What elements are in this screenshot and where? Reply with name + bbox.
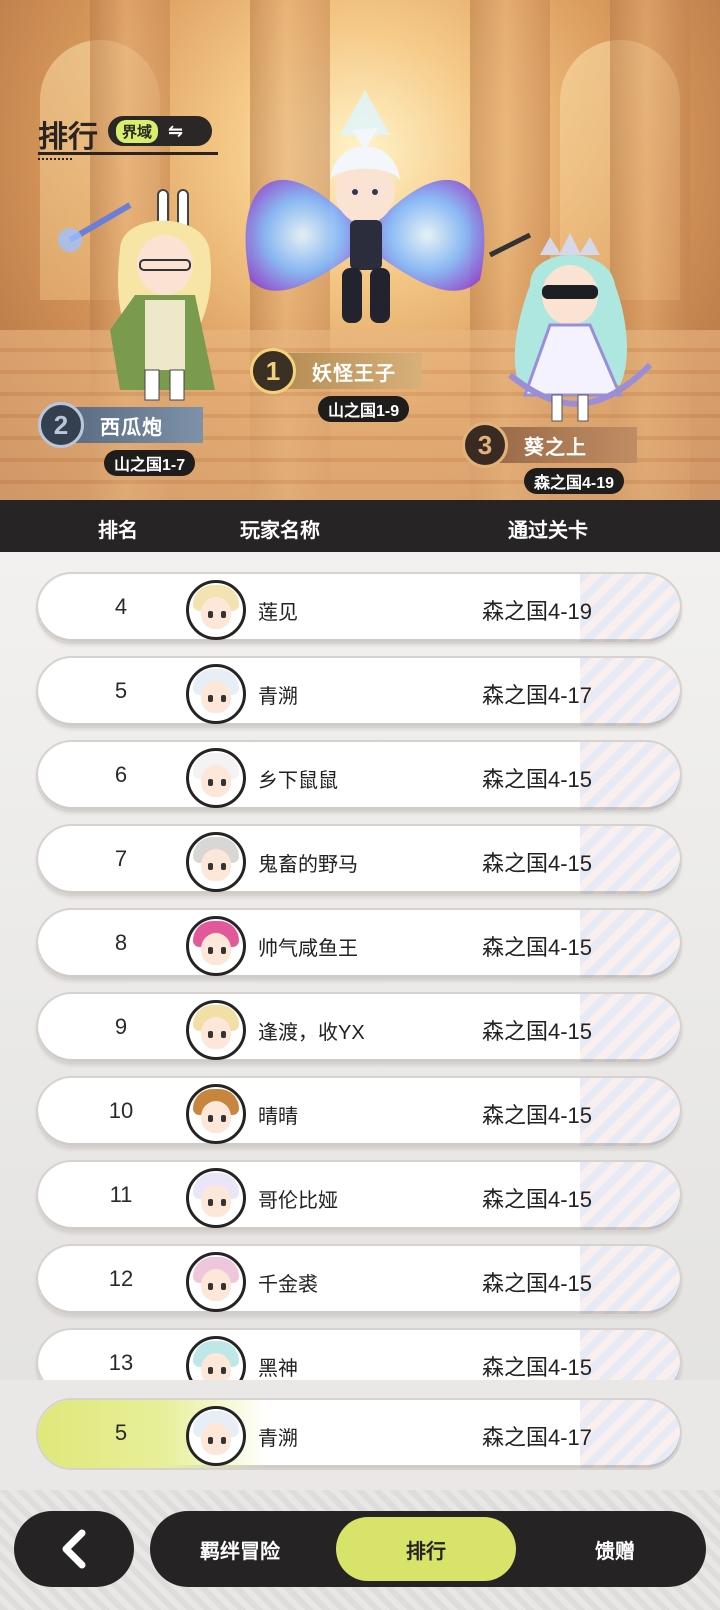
avatar[interactable]: [186, 916, 246, 976]
avatar[interactable]: [186, 664, 246, 724]
row-rank: 4: [114, 594, 128, 619]
podium-third-name: 葵之上: [494, 427, 637, 463]
column-header-stage: 通过关卡: [508, 520, 588, 542]
character-second-place[interactable]: [40, 180, 230, 410]
realm-toggle-button[interactable]: 界域 ⇋: [108, 116, 212, 146]
row-decoration: [580, 910, 680, 978]
table-row[interactable]: 10 晴晴 森之国4-15: [36, 1076, 682, 1148]
my-player-name: 青溯: [258, 1428, 298, 1450]
row-player-name: 千金裘: [258, 1274, 318, 1296]
table-row[interactable]: 5 青溯 森之国4-17: [36, 656, 682, 728]
row-stage: 森之国4-17: [482, 683, 593, 708]
avatar[interactable]: [186, 832, 246, 892]
tab-gift[interactable]: 馈赠: [540, 1511, 690, 1587]
row-player-name: 莲见: [258, 602, 298, 624]
ranking-list[interactable]: 4 莲见 森之国4-19 5 青溯 森之国4-17 6 乡下鼠鼠 森之国4-15…: [0, 552, 720, 1380]
podium-first-name: 妖怪王子: [282, 353, 422, 389]
avatar[interactable]: [186, 1168, 246, 1228]
row-stage: 森之国4-15: [482, 1355, 593, 1380]
row-stage: 森之国4-15: [482, 851, 593, 876]
table-row[interactable]: 7 鬼畜的野马 森之国4-15: [36, 824, 682, 896]
character-third-place[interactable]: [470, 225, 670, 425]
my-stage: 森之国4-17: [482, 1425, 593, 1450]
my-rank-number: 5: [114, 1420, 128, 1445]
title-dots: [38, 158, 72, 160]
row-decoration: [580, 994, 680, 1062]
row-rank: 5: [114, 678, 128, 703]
row-decoration: [580, 1246, 680, 1314]
podium-plate-first: 1 妖怪王子: [250, 348, 422, 394]
row-player-name: 帅气咸鱼王: [258, 938, 358, 960]
table-row[interactable]: 13 黑神 森之国4-15: [36, 1328, 682, 1380]
row-player-name: 黑神: [258, 1358, 298, 1380]
row-stage: 森之国4-15: [482, 1271, 593, 1296]
avatar[interactable]: [186, 580, 246, 640]
podium-third-stage: 森之国4-19: [524, 468, 625, 494]
title-underline: [38, 152, 218, 155]
switch-icon: ⇋: [168, 120, 184, 141]
row-decoration: [580, 742, 680, 810]
podium-second-name: 西瓜炮: [70, 407, 203, 443]
row-player-name: 晴晴: [258, 1106, 298, 1128]
row-rank: 11: [109, 1182, 133, 1207]
table-row[interactable]: 12 千金裘 森之国4-15: [36, 1244, 682, 1316]
row-player-name: 鬼畜的野马: [258, 854, 358, 876]
podium-first-stage: 山之国1-9: [318, 396, 410, 422]
avatar[interactable]: [186, 1406, 246, 1466]
rank-badge-3: 3: [462, 422, 508, 468]
row-decoration: [580, 826, 680, 894]
rank-badge-1: 1: [250, 348, 296, 394]
row-stage: 森之国4-19: [482, 599, 593, 624]
row-stage: 森之国4-15: [482, 935, 593, 960]
row-decoration: [580, 1330, 680, 1380]
table-row[interactable]: 8 帅气咸鱼王 森之国4-15: [36, 908, 682, 980]
row-player-name: 乡下鼠鼠: [258, 770, 338, 792]
row-stage: 森之国4-15: [482, 1019, 593, 1044]
row-rank: 10: [108, 1098, 134, 1123]
table-row[interactable]: 4 莲见 森之国4-19: [36, 572, 682, 644]
avatar[interactable]: [186, 1252, 246, 1312]
table-header: 排名 玩家名称 通过关卡: [0, 500, 720, 552]
rank-badge-2: 2: [38, 402, 84, 448]
page-title: 排行: [38, 121, 98, 154]
row-stage: 森之国4-15: [482, 1187, 593, 1212]
row-player-name: 青溯: [258, 686, 298, 708]
row-player-name: 逢渡，收YX: [258, 1022, 365, 1044]
row-decoration: [580, 1078, 680, 1146]
table-row[interactable]: 11 哥伦比娅 森之国4-15: [36, 1160, 682, 1232]
tab-bond-adventure[interactable]: 羁绊冒险: [170, 1511, 310, 1587]
row-stage: 森之国4-15: [482, 767, 593, 792]
podium-plate-third: 3 葵之上: [462, 422, 637, 468]
avatar[interactable]: [186, 1084, 246, 1144]
tab-ranking[interactable]: 排行: [336, 1517, 516, 1581]
podium-plate-second: 2 西瓜炮: [38, 402, 203, 448]
row-rank: 12: [108, 1266, 134, 1291]
avatar[interactable]: [186, 1000, 246, 1060]
row-player-name: 哥伦比娅: [258, 1190, 338, 1212]
row-rank: 6: [114, 762, 128, 787]
my-rank-row[interactable]: 5 青溯 森之国4-17: [36, 1398, 682, 1470]
table-row[interactable]: 6 乡下鼠鼠 森之国4-15: [36, 740, 682, 812]
row-rank: 9: [114, 1014, 128, 1039]
row-rank: 7: [114, 846, 128, 871]
column-header-player: 玩家名称: [240, 520, 320, 542]
row-decoration: [580, 658, 680, 726]
avatar[interactable]: [186, 748, 246, 808]
row-decoration: [580, 1162, 680, 1230]
back-button[interactable]: [14, 1511, 134, 1587]
realm-label: 界域: [116, 119, 159, 143]
podium-second-stage: 山之国1-7: [104, 450, 196, 476]
column-header-rank: 排名: [98, 520, 138, 542]
back-arrow-icon: [62, 1529, 86, 1569]
row-rank: 13: [108, 1350, 134, 1375]
bottom-nav: 羁绊冒险 排行 馈赠: [150, 1511, 706, 1587]
row-rank: 8: [114, 930, 128, 955]
character-first-place[interactable]: [220, 80, 510, 350]
row-decoration: [580, 1400, 680, 1468]
row-stage: 森之国4-15: [482, 1103, 593, 1128]
table-row[interactable]: 9 逢渡，收YX 森之国4-15: [36, 992, 682, 1064]
avatar[interactable]: [186, 1336, 246, 1380]
row-decoration: [580, 574, 680, 642]
